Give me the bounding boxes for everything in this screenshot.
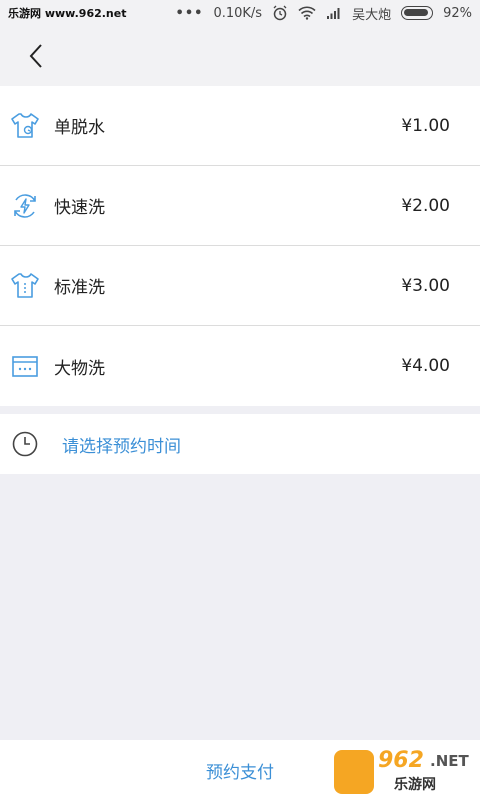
battery-icon [401,6,434,20]
tshirt-spin-icon [10,111,40,141]
status-bar: 乐游网 www.962.net ••• 0.10K/s 吴大炮 92% [0,0,480,26]
shirt-icon [10,271,40,301]
service-name: 大物洗 [54,358,105,379]
service-name: 快速洗 [54,198,105,218]
header [0,26,480,86]
service-item-standard[interactable]: 标准洗 ¥3.00 [0,246,480,326]
watermark-logo [334,750,374,794]
schedule-time-row[interactable]: 请选择预约时间 [0,414,480,474]
service-price: ¥2.00 [401,195,450,216]
clock-icon [10,429,40,459]
watermark: 962 .NET 乐游网 [334,748,474,796]
service-name: 单脱水 [54,118,105,138]
service-price: ¥3.00 [401,275,450,296]
back-arrow-icon [29,44,42,68]
back-button[interactable] [20,40,52,72]
status-icons: ••• 0.10K/s 吴大炮 92% [176,4,472,23]
service-name: 标准洗 [54,278,105,298]
status-site-label: 乐游网 www.962.net [8,7,127,20]
service-item-spin[interactable]: 单脱水 ¥1.00 [0,86,480,166]
service-item-quick[interactable]: 快速洗 ¥2.00 [0,166,480,246]
carrier-name: 吴大炮 [352,7,392,23]
alarm-icon [273,5,287,21]
signal-icon [327,8,340,19]
service-price: ¥4.00 [401,356,450,376]
watermark-text: 乐游网 [394,777,436,793]
watermark-number: 962 [378,748,424,773]
wifi-icon [298,6,316,20]
watermark-net: .NET [430,752,469,770]
battery-level: 92% [443,5,472,21]
service-list: 单脱水 ¥1.00 快速洗 ¥2.00 标准洗 ¥3.00 大物洗 ¥4.00 [0,86,480,406]
box-icon [10,351,40,381]
service-price: ¥1.00 [401,115,450,136]
lightning-cycle-icon [10,191,40,221]
network-speed: 0.10K/s [213,5,263,21]
schedule-time-label: 请选择预约时间 [62,436,181,457]
reserve-pay-button[interactable]: 预约支付 [206,758,274,783]
service-item-bulky[interactable]: 大物洗 ¥4.00 [0,326,480,406]
status-dots: ••• [175,5,204,21]
